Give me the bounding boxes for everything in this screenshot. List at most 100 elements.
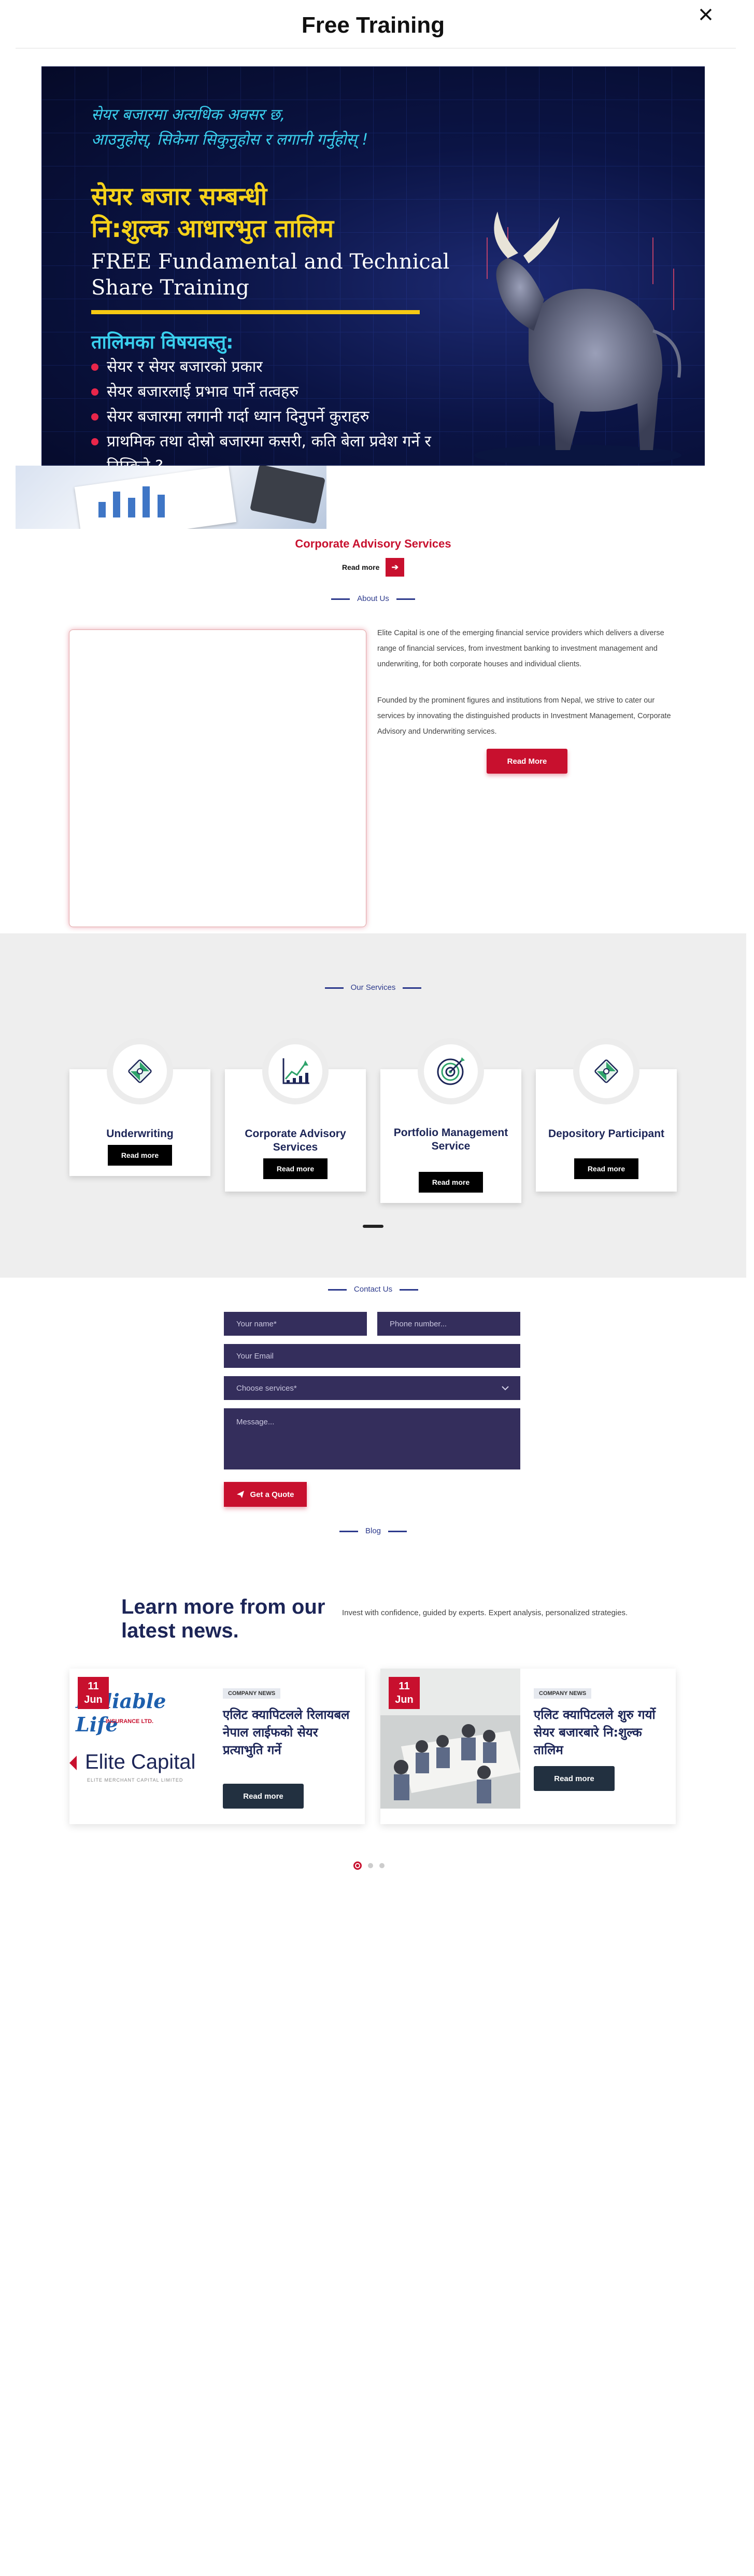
label-line: [331, 598, 350, 600]
service-icon-circle: [107, 1038, 173, 1104]
blog-intro: Invest with confidence, guided by expert…: [342, 1608, 628, 1617]
slider-thumbnail: [16, 466, 326, 529]
get-quote-button[interactable]: Get a Quote: [224, 1482, 307, 1507]
page: Free Training सेयर बजारमा अत्यधिक अवसर छ…: [0, 0, 754, 2576]
bull-illustration: [474, 212, 681, 466]
elite-capital-logo-sub: ELITE MERCHANT CAPITAL LIMITED: [87, 1777, 183, 1783]
banner-topic: सेयर बजारमा लगानी गर्दा ध्यान दिनुपर्ने …: [91, 404, 464, 429]
blog-read-more-button[interactable]: Read more: [534, 1766, 615, 1791]
services-pagination-dot[interactable]: [363, 1225, 383, 1228]
about-image-frame: [69, 629, 366, 927]
about-read-more-button[interactable]: Read More: [487, 749, 567, 774]
blog-read-more-button[interactable]: Read more: [223, 1784, 304, 1809]
service-name: Portfolio Management Service: [393, 1127, 508, 1152]
get-quote-label[interactable]: Get a Quote: [250, 1490, 294, 1499]
label-line: [396, 598, 415, 600]
about-label: About Us: [357, 594, 389, 603]
banner-title-line1: सेयर बजार सम्बन्धी: [91, 182, 267, 211]
service-select[interactable]: Choose services*: [224, 1376, 520, 1400]
service-read-more-button[interactable]: Read more: [108, 1145, 172, 1166]
contact-section-label: Contact Us: [0, 1285, 746, 1294]
about-paragraph-2: Founded by the prominent figures and ins…: [377, 696, 671, 736]
service-card-corporate-advisory[interactable]: Corporate Advisory Services Read more: [225, 1038, 366, 1192]
email-input[interactable]: Your Email: [224, 1344, 520, 1368]
phone-input[interactable]: Phone number...: [377, 1312, 520, 1336]
date-day: 11: [88, 1681, 99, 1692]
elite-capital-logo: Elite Capital: [85, 1751, 196, 1773]
banner-title: सेयर बजार सम्बन्धी नि:शुल्क आधारभुत तालि…: [91, 180, 485, 245]
thumbnail-bar: [127, 498, 135, 517]
puzzle-icon: [594, 1059, 618, 1083]
service-icon-circle: [262, 1038, 329, 1104]
calculator-image: [250, 466, 325, 524]
service-read-more-button[interactable]: Read more: [419, 1172, 483, 1193]
close-icon[interactable]: [695, 4, 716, 25]
message-textarea[interactable]: Message...: [224, 1408, 520, 1469]
banner-english-line2: Share Training: [91, 276, 249, 300]
service-card-portfolio-management[interactable]: Portfolio Management Service Read more: [380, 1038, 521, 1203]
puzzle-icon: [128, 1059, 152, 1083]
service-name: Underwriting: [106, 1128, 174, 1140]
banner-topic: सेयर बजारलाई प्रभाव पार्ने तत्वहरु: [91, 380, 464, 404]
service-name: Depository Participant: [548, 1128, 665, 1140]
arrow-right-icon[interactable]: ➔: [386, 558, 405, 577]
date-badge: 11 Jun: [78, 1677, 109, 1709]
banner-intro: सेयर बजारमा अत्यधिक अवसर छ, आउनुहोस्, सि…: [91, 103, 454, 152]
service-read-more-button[interactable]: Read more: [263, 1158, 328, 1179]
growth-chart-icon: [282, 1058, 309, 1084]
category-tag[interactable]: COMPANY NEWS: [223, 1688, 281, 1699]
service-icon-inner: [424, 1044, 478, 1098]
thumbnail-bar: [143, 486, 150, 517]
date-badge: 11 Jun: [389, 1677, 420, 1709]
service-read-more-button[interactable]: Read more: [574, 1158, 638, 1179]
training-banner: सेयर बजारमा अत्यधिक अवसर छ, आउनुहोस्, सि…: [41, 66, 705, 466]
service-card-underwriting[interactable]: Underwriting Read more: [69, 1038, 210, 1176]
blog-pagination: [353, 1861, 385, 1870]
name-input[interactable]: Your name*: [224, 1312, 367, 1336]
modal-title: Free Training: [301, 12, 445, 38]
blog-card[interactable]: Reliable Life INSURANCE LTD. Elite Capit…: [69, 1669, 365, 1824]
blog-label: Blog: [365, 1527, 381, 1535]
pagination-dot[interactable]: [368, 1863, 373, 1868]
services-label: Our Services: [350, 983, 396, 992]
banner-yellow-bar: [91, 310, 420, 314]
banner-english-line1: FREE Fundamental and Technical: [91, 250, 450, 274]
service-icon-circle: [573, 1038, 639, 1104]
blog-title[interactable]: एलिट क्यापिटलले रिलायबल नेपाल लाईफको सेय…: [223, 1706, 355, 1759]
date-day: 11: [399, 1681, 410, 1692]
label-line: [324, 987, 344, 989]
banner-subtitle: तालिमका विषयवस्तु:: [91, 332, 234, 353]
blog-card[interactable]: 11 Jun COMPANY NEWS एलिट क्यापिटलले शुरु…: [380, 1669, 676, 1824]
service-icon-circle: [418, 1038, 484, 1104]
pagination-dot[interactable]: [379, 1863, 385, 1868]
banner-topic: प्राथमिक तथा दोस्रो बजारमा कसरी, कति बेल…: [91, 429, 464, 466]
chevron-down-icon[interactable]: [502, 1385, 509, 1391]
about-section-label: About Us: [0, 594, 746, 603]
services-section-label: Our Services: [0, 983, 746, 992]
date-month: Jun: [395, 1694, 414, 1705]
banner-title-line2: नि:शुल्क आधारभुत तालिम: [91, 214, 334, 243]
label-line: [400, 1289, 419, 1291]
category-tag[interactable]: COMPANY NEWS: [534, 1688, 592, 1699]
header-divider: [16, 48, 736, 49]
read-more-label[interactable]: Read more: [342, 563, 379, 571]
service-name: Corporate Advisory Services: [245, 1128, 346, 1153]
service-select-value[interactable]: Choose services*: [236, 1384, 297, 1393]
service-icon-inner: [268, 1044, 322, 1098]
service-card-depository-participant[interactable]: Depository Participant Read more: [536, 1038, 677, 1192]
blog-title[interactable]: एलिट क्यापिटलले शुरु गर्यो सेयर बजारबारे…: [534, 1706, 666, 1759]
modal-header: Free Training: [0, 0, 754, 52]
thumbnail-bar: [113, 492, 121, 517]
banner-topic-list: सेयर र सेयर बजारको प्रकार सेयर बजारलाई प…: [91, 355, 464, 466]
slide-read-more[interactable]: Read more ➔: [342, 558, 405, 577]
reliable-life-logo-sub: INSURANCE LTD.: [106, 1718, 154, 1725]
slide-title: Corporate Advisory Services: [295, 537, 451, 550]
blog-heading: Learn more from our latest news.: [121, 1595, 325, 1642]
label-line: [339, 1530, 358, 1532]
target-icon: [437, 1057, 465, 1085]
date-month: Jun: [84, 1694, 103, 1705]
label-line: [328, 1289, 347, 1291]
thumbnail-bar: [98, 502, 106, 517]
about-paragraph-1: Elite Capital is one of the emerging fin…: [377, 629, 664, 668]
pagination-dot-active[interactable]: [353, 1861, 362, 1870]
